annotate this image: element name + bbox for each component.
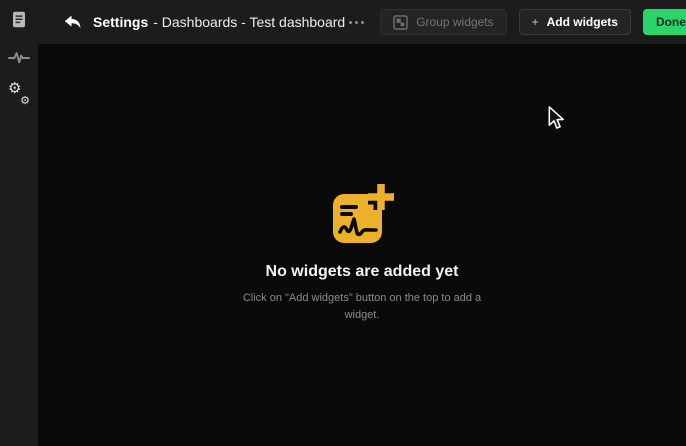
add-widgets-label: Add widgets bbox=[547, 15, 618, 29]
breadcrumb: Settings - Dashboards - Test dashboard bbox=[93, 14, 345, 30]
widget-add-icon bbox=[328, 182, 396, 246]
empty-state-title: No widgets are added yet bbox=[266, 263, 459, 281]
gears-icon: ⚙⚙ bbox=[9, 85, 29, 105]
activity-pulse-icon bbox=[8, 50, 30, 65]
dashboard-canvas: No widgets are added yet Click on "Add w… bbox=[38, 44, 686, 446]
back-button[interactable] bbox=[64, 15, 82, 30]
dashboard-settings-window: ⚙⚙ Settings - Dashboards - Test dashboar… bbox=[0, 0, 686, 446]
sidebar-item-activity[interactable] bbox=[7, 45, 31, 69]
more-options-button[interactable] bbox=[345, 15, 368, 30]
sidebar-item-documents[interactable] bbox=[7, 7, 31, 31]
topbar-actions: Group widgets + Add widgets Done bbox=[345, 9, 686, 35]
add-widgets-button[interactable]: + Add widgets bbox=[519, 9, 631, 35]
group-widgets-button[interactable]: Group widgets bbox=[380, 9, 506, 35]
sidebar-item-settings[interactable]: ⚙⚙ bbox=[7, 83, 31, 107]
group-icon bbox=[393, 15, 408, 30]
empty-state-description: Click on "Add widgets" button on the top… bbox=[237, 290, 487, 324]
page-title: Settings bbox=[93, 14, 148, 30]
page-subtitle: - Dashboards - Test dashboard bbox=[153, 14, 345, 30]
icon-rail: ⚙⚙ bbox=[0, 0, 38, 446]
document-icon bbox=[12, 11, 26, 28]
plus-icon: + bbox=[532, 15, 539, 29]
group-widgets-label: Group widgets bbox=[416, 15, 493, 29]
back-arrow-icon bbox=[64, 15, 82, 30]
topbar: Settings - Dashboards - Test dashboard G… bbox=[38, 0, 686, 44]
done-button[interactable]: Done bbox=[643, 9, 686, 35]
done-label: Done bbox=[656, 15, 686, 29]
empty-state: No widgets are added yet Click on "Add w… bbox=[237, 182, 487, 324]
